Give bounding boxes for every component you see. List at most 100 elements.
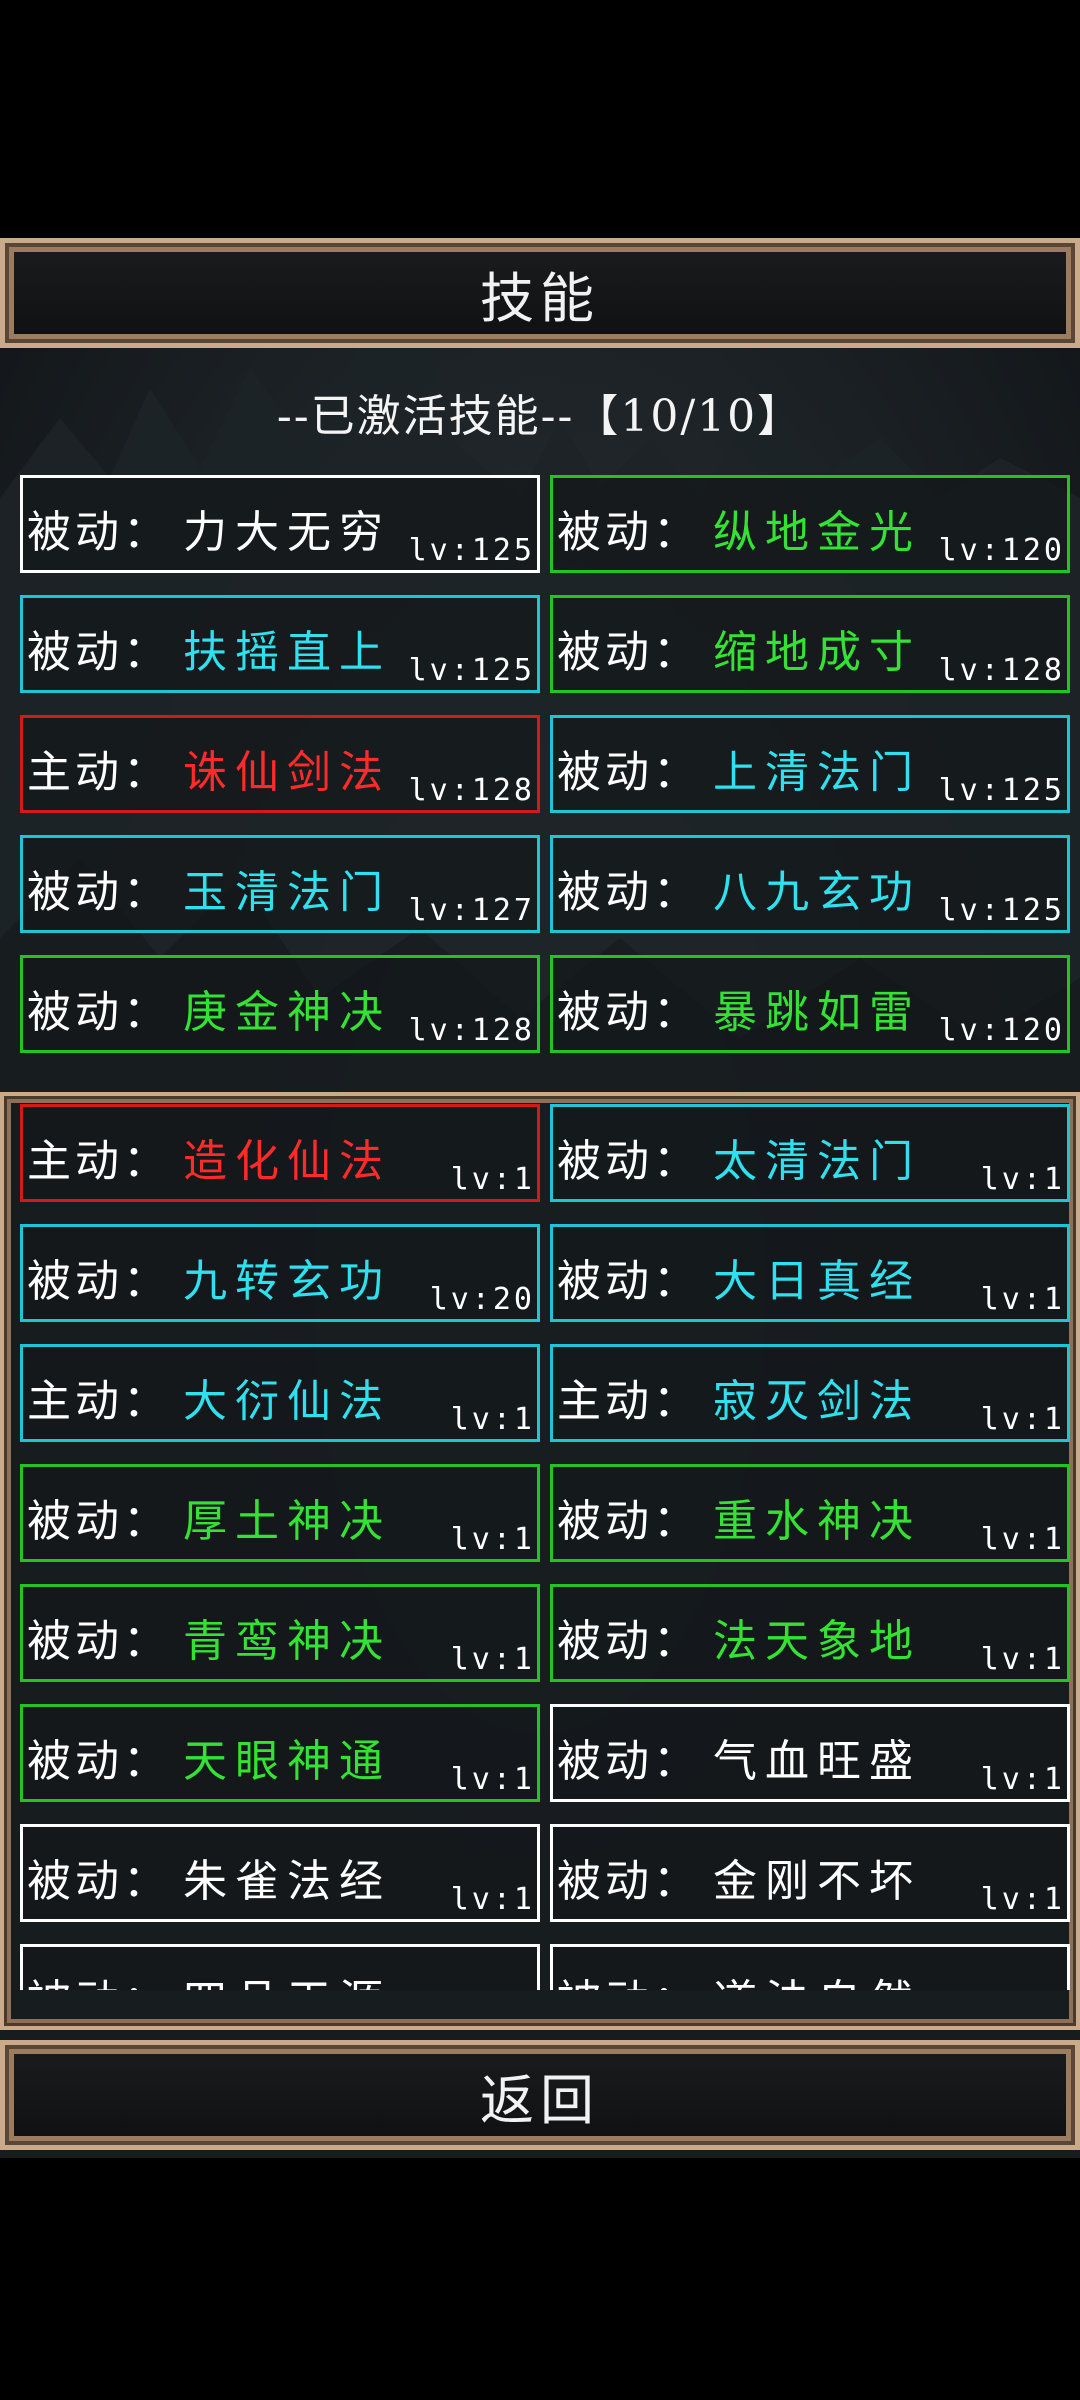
skill-type-label: 主动： (557, 1376, 701, 1427)
skill-level: lv:125 (408, 653, 535, 688)
skill-name: 缩地成寸 (713, 627, 921, 678)
skill-slot[interactable]: 被动： 大日真经 lv:1 (550, 1224, 1070, 1322)
skill-type-label: 被动： (27, 507, 171, 558)
skill-slot[interactable]: 主动： 诛仙剑法 lv:128 (20, 715, 540, 813)
skill-type-label: 被动： (27, 987, 171, 1038)
skill-level: lv:1 (450, 1162, 535, 1197)
skill-slot[interactable]: 被动： 天眼神通 lv:1 (20, 1704, 540, 1802)
skill-slot[interactable]: 被动： 纵地金光 lv:120 (550, 475, 1070, 573)
skill-type-label: 被动： (557, 1136, 701, 1187)
skill-name: 暴跳如雷 (713, 987, 921, 1038)
skill-level: lv:127 (408, 893, 535, 928)
skill-level: lv:1 (450, 1522, 535, 1557)
skill-name: 青鸾神决 (183, 1616, 391, 1667)
skill-slot[interactable]: 主动： 造化仙法 lv:1 (20, 1104, 540, 1202)
skill-level: lv:1 (980, 1762, 1065, 1797)
skill-type-label: 被动： (27, 1965, 171, 1990)
skill-name: 太清法门 (713, 1136, 921, 1187)
skill-name: 寂灭剑法 (713, 1376, 921, 1427)
skill-type-label: 被动： (557, 507, 701, 558)
skill-type-label: 被动： (27, 1616, 171, 1667)
skill-slot[interactable]: 被动： 青鸾神决 lv:1 (20, 1584, 540, 1682)
skill-slot[interactable]: 被动： 八九玄功 lv:125 (550, 835, 1070, 933)
skill-level: lv:1 (980, 1522, 1065, 1557)
skill-type-label: 被动： (557, 1496, 701, 1547)
skill-name: 天眼神通 (183, 1736, 391, 1787)
skill-level: lv:128 (408, 773, 535, 808)
skill-name: 玉清法门 (183, 867, 391, 918)
skill-name: 上清法门 (713, 747, 921, 798)
skill-slot[interactable]: 被动： 金刚不坏 lv:1 (550, 1824, 1070, 1922)
skill-slot[interactable]: 被动： 四品天源 (20, 1944, 540, 1990)
skill-type-label: 被动： (557, 1856, 701, 1907)
skill-slot[interactable]: 被动： 太清法门 lv:1 (550, 1104, 1070, 1202)
skill-slot[interactable]: 被动： 暴跳如雷 lv:120 (550, 955, 1070, 1053)
skill-name: 四品天源 (183, 1965, 391, 1990)
skill-level: lv:120 (938, 1013, 1065, 1048)
skill-slot[interactable]: 被动： 上清法门 lv:125 (550, 715, 1070, 813)
skill-type-label: 被动： (27, 1736, 171, 1787)
skill-name: 扶摇直上 (183, 627, 391, 678)
return-label: 返回 (480, 2068, 600, 2132)
active-skills-grid: 被动： 力大无穷 lv:125 被动： 纵地金光 lv:120 被动： 扶摇直上 lv:125 被… (20, 475, 1070, 1053)
active-skills-header: --已激活技能--【10/10】 (276, 391, 804, 442)
skill-level: lv:1 (980, 1162, 1065, 1197)
skill-name: 庚金神决 (183, 987, 391, 1038)
skill-type-label: 主动： (27, 1136, 171, 1187)
skill-slot[interactable]: 被动： 庚金神决 lv:128 (20, 955, 540, 1053)
skill-name: 诛仙剑法 (183, 747, 391, 798)
skill-name: 重水神决 (713, 1496, 921, 1547)
skill-level: lv:1 (980, 1882, 1065, 1917)
skill-name: 金刚不坏 (713, 1856, 921, 1907)
skill-slot[interactable]: 被动： 重水神决 lv:1 (550, 1464, 1070, 1562)
skill-slot[interactable]: 被动： 道法自然 (550, 1944, 1070, 1990)
skill-name: 朱雀法经 (183, 1856, 391, 1907)
skill-name: 气血旺盛 (713, 1736, 921, 1787)
skill-slot[interactable]: 被动： 缩地成寸 lv:128 (550, 595, 1070, 693)
skill-slot[interactable]: 被动： 法天象地 lv:1 (550, 1584, 1070, 1682)
skill-type-label: 被动： (27, 627, 171, 678)
skill-slot[interactable]: 被动： 扶摇直上 lv:125 (20, 595, 540, 693)
skill-slot[interactable]: 被动： 气血旺盛 lv:1 (550, 1704, 1070, 1802)
skill-name: 法天象地 (713, 1616, 921, 1667)
skill-type-label: 被动： (27, 1496, 171, 1547)
skill-slot[interactable]: 被动： 玉清法门 lv:127 (20, 835, 540, 933)
skill-type-label: 被动： (557, 1965, 701, 1990)
skill-slot[interactable]: 被动： 厚土神决 lv:1 (20, 1464, 540, 1562)
skill-type-label: 被动： (557, 867, 701, 918)
skill-level: lv:1 (980, 1402, 1065, 1437)
return-button[interactable]: 返回 (0, 2040, 1080, 2150)
skill-type-label: 被动： (557, 627, 701, 678)
skill-level: lv:1 (450, 1762, 535, 1797)
skill-type-label: 被动： (27, 1856, 171, 1907)
skill-type-label: 主动： (27, 747, 171, 798)
skill-type-label: 被动： (557, 1256, 701, 1307)
skill-level: lv:125 (408, 533, 535, 568)
skill-slot[interactable]: 被动： 力大无穷 lv:125 (20, 475, 540, 573)
skill-type-label: 被动： (557, 1616, 701, 1667)
skill-list-grid: 主动： 造化仙法 lv:1 被动： 太清法门 lv:1 被动： 九转玄功 lv:20 被动： 大日真… (20, 1104, 1070, 1990)
skill-name: 造化仙法 (183, 1136, 391, 1187)
skill-level: lv:20 (429, 1282, 535, 1317)
skill-level: lv:125 (938, 893, 1065, 928)
skill-level: lv:1 (450, 1882, 535, 1917)
skill-slot[interactable]: 被动： 九转玄功 lv:20 (20, 1224, 540, 1322)
skill-name: 大日真经 (713, 1256, 921, 1307)
skill-slot[interactable]: 主动： 寂灭剑法 lv:1 (550, 1344, 1070, 1442)
skill-level: lv:1 (450, 1402, 535, 1437)
skill-name: 厚土神决 (183, 1496, 391, 1547)
skill-type-label: 被动： (27, 867, 171, 918)
skill-slot[interactable]: 被动： 朱雀法经 lv:1 (20, 1824, 540, 1922)
skill-list-viewport[interactable]: 主动： 造化仙法 lv:1 被动： 太清法门 lv:1 被动： 九转玄功 lv:20 被动： 大日真… (10, 1104, 1070, 1990)
skill-type-label: 主动： (27, 1376, 171, 1427)
skill-level: lv:1 (450, 1642, 535, 1677)
skill-name: 纵地金光 (713, 507, 921, 558)
skill-name: 力大无穷 (183, 507, 391, 558)
skill-level: lv:120 (938, 533, 1065, 568)
skill-name: 八九玄功 (713, 867, 921, 918)
skill-type-label: 被动： (557, 747, 701, 798)
skill-level: lv:125 (938, 773, 1065, 808)
skill-type-label: 被动： (557, 987, 701, 1038)
skill-slot[interactable]: 主动： 大衍仙法 lv:1 (20, 1344, 540, 1442)
skill-name: 道法自然 (713, 1965, 921, 1990)
